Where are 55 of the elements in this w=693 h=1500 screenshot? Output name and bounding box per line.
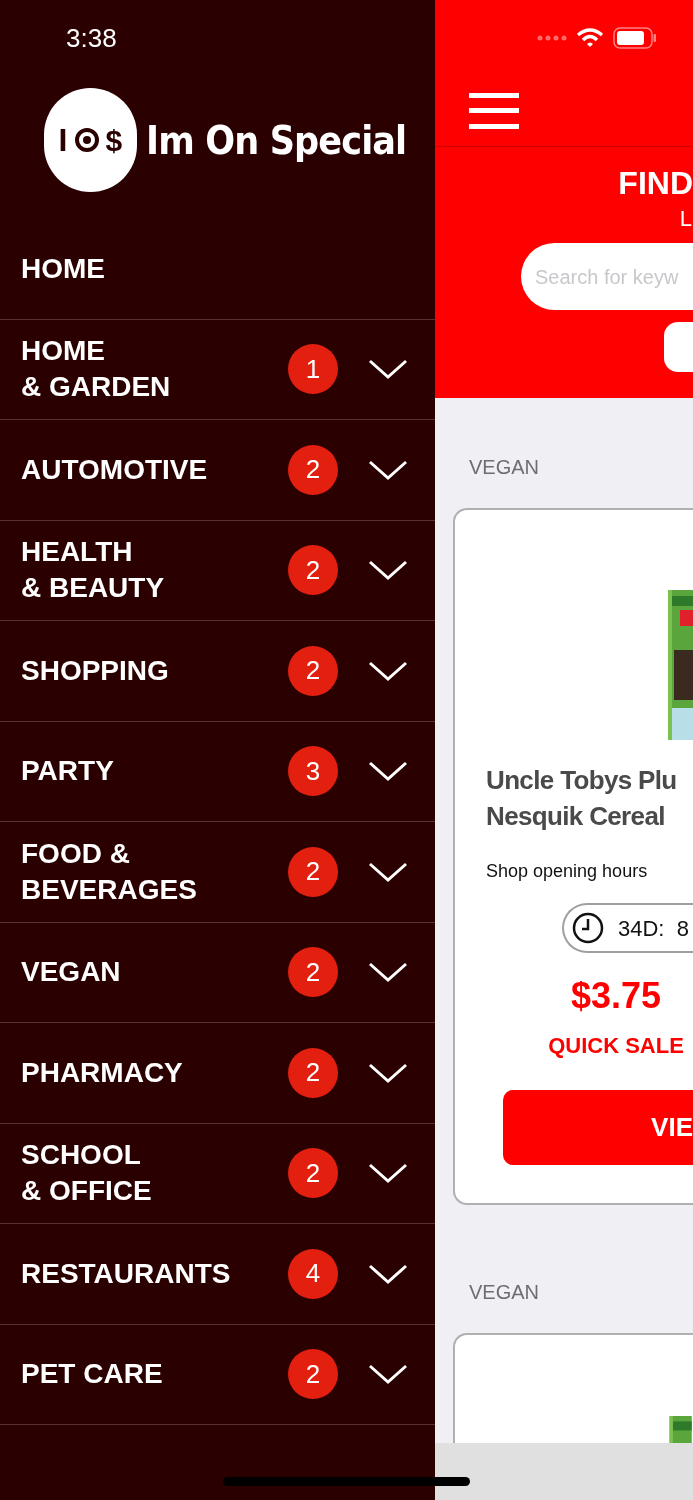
menu-item[interactable]: AUTOMOTIVE 2 (0, 420, 435, 521)
count-badge: 3 (288, 746, 338, 797)
menu-item[interactable]: RESTAURANTS 4 (0, 1224, 435, 1325)
count-badge: 2 (288, 645, 338, 696)
menu-item[interactable]: FOOD & BEVERAGES 2 (0, 822, 435, 923)
header-subtitle: L (679, 205, 692, 233)
view-button[interactable]: VIE (503, 1090, 693, 1165)
section-heading: VEGAN (468, 1280, 541, 1305)
chevron-icon[interactable] (368, 1061, 408, 1084)
sale-tag: QUICK SALE (548, 1029, 684, 1062)
menu-item[interactable]: HEALTH & BEAUTY 2 (0, 520, 435, 621)
chevron-icon[interactable] (368, 1363, 408, 1386)
signal-icon (537, 34, 567, 41)
count-badge: 2 (288, 1148, 338, 1199)
chevron-icon[interactable] (368, 961, 408, 984)
clock-icon (572, 912, 604, 944)
count-badge: 1 (288, 344, 338, 395)
menu-item[interactable]: PARTY 3 (0, 721, 435, 822)
chevron-icon[interactable] (368, 1262, 408, 1285)
ring-icon (73, 127, 100, 153)
menu-item[interactable]: PHARMACY 2 (0, 1023, 435, 1124)
chevron-icon[interactable] (368, 860, 408, 883)
count-badge: 2 (288, 846, 338, 897)
product-title: Uncle Tobys Plu Nesquik Cereal (486, 764, 678, 833)
count-badge: 2 (288, 947, 338, 998)
product-card[interactable]: Uncle Tobys Plu Nesquik Cereal Shop opening hours 34D: 8 $3.75 QUICK SALE VIE (453, 508, 693, 1205)
filter-button[interactable] (664, 322, 693, 372)
menu-item[interactable]: SCHOOL & OFFICE 2 (0, 1123, 435, 1224)
count-badge: 2 (288, 1047, 338, 1098)
count-badge: 4 (288, 1248, 338, 1299)
menu-item[interactable]: SHOPPING 2 (0, 621, 435, 722)
hours-label: Shop opening hours (486, 860, 649, 883)
section-heading: VEGAN (468, 455, 541, 480)
count-badge: 2 (288, 1349, 338, 1400)
logo-letter: I (58, 121, 68, 160)
logo-name: Im On Special (145, 117, 407, 165)
menu-icon[interactable] (469, 92, 519, 129)
logo-letter: $ (105, 122, 123, 159)
chevron-icon[interactable] (368, 659, 408, 682)
count-badge: 2 (288, 545, 338, 596)
countdown-timer: 34D: 8 (562, 903, 693, 953)
status-time: 3:38 (66, 21, 117, 55)
price: $3.75 (570, 974, 662, 1018)
chevron-icon[interactable] (368, 1162, 408, 1185)
count-badge: 2 (288, 444, 338, 495)
wifi-icon (576, 27, 604, 48)
header-title: FIND (618, 164, 693, 202)
chevron-icon[interactable] (368, 458, 408, 481)
chevron-icon[interactable] (368, 760, 408, 783)
chevron-icon[interactable] (368, 559, 408, 582)
chevron-icon[interactable] (368, 358, 408, 381)
menu-item[interactable]: HOME & GARDEN 1 (0, 319, 435, 420)
battery-icon (613, 26, 657, 49)
menu-item[interactable]: PET CARE 2 (0, 1324, 435, 1425)
menu-item[interactable]: VEGAN 2 (0, 922, 435, 1023)
